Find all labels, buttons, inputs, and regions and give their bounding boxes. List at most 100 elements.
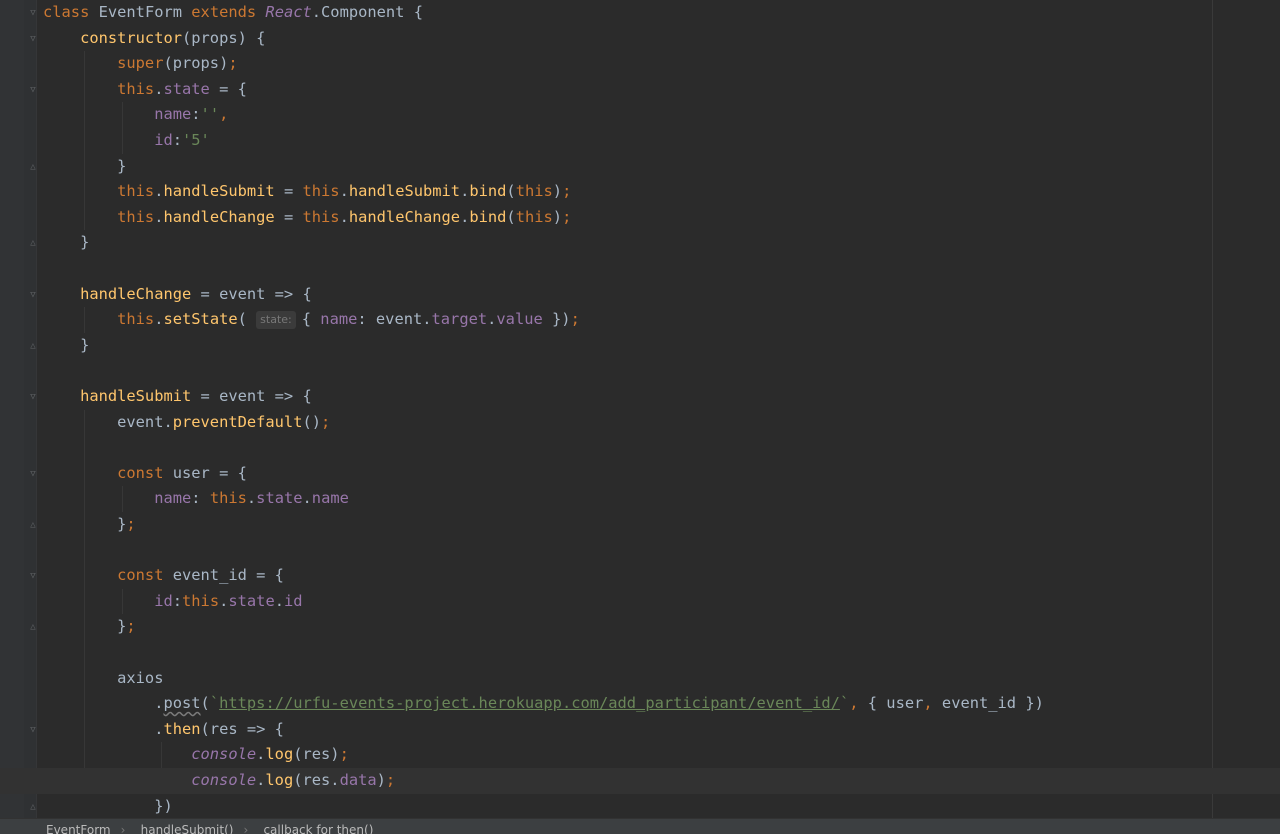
fold-open-icon[interactable]: ▽ [28, 725, 38, 735]
code-token: ; [339, 745, 349, 764]
code-line-content: }) [43, 794, 173, 820]
code-line[interactable]: △ }; [0, 614, 1280, 640]
code-token: log [265, 745, 294, 764]
code-token: } [43, 156, 127, 175]
code-line[interactable]: .post(`https://urfu-events-project.herok… [0, 691, 1280, 717]
code-line[interactable]: id:'5' [0, 128, 1280, 154]
breadcrumb-item[interactable]: callback for then() [263, 819, 373, 834]
code-token: https://urfu-events-project.herokuapp.co… [219, 694, 840, 713]
code-line[interactable]: ▽ const event_id = { [0, 563, 1280, 589]
code-line[interactable]: name:'', [0, 102, 1280, 128]
fold-open-icon[interactable]: ▽ [28, 34, 38, 44]
code-token: ; [321, 412, 331, 431]
code-token: then [163, 719, 201, 738]
fold-open-icon[interactable]: ▽ [28, 290, 38, 300]
code-token: this [302, 207, 340, 226]
code-line-content: this.state = { [43, 77, 247, 103]
code-token: , [849, 694, 868, 713]
fold-close-icon[interactable]: △ [28, 622, 38, 632]
code-token: (props) [163, 54, 229, 73]
code-line[interactable]: △ } [0, 230, 1280, 256]
code-token: ` [209, 694, 220, 713]
code-line[interactable] [0, 435, 1280, 461]
code-line-content: const event_id = { [43, 563, 284, 589]
code-line[interactable] [0, 358, 1280, 384]
code-token: . [487, 310, 497, 329]
breadcrumb[interactable]: EventForm › handleSubmit() › callback for th… [0, 818, 1280, 834]
code-token: handleChange [348, 207, 461, 226]
code-line[interactable]: ▽ constructor(props) { [0, 26, 1280, 52]
code-line[interactable]: △ } [0, 154, 1280, 180]
code-token: event_id }) [941, 694, 1044, 713]
code-token: event_id = { [172, 566, 284, 585]
code-line-content: } [43, 333, 89, 359]
code-token: ; [385, 771, 396, 789]
breadcrumb-item[interactable]: handleSubmit() [141, 819, 234, 834]
fold-close-icon[interactable]: △ [28, 520, 38, 530]
code-line[interactable]: △ } [0, 333, 1280, 359]
fold-open-icon[interactable]: ▽ [28, 85, 38, 95]
code-token: . [302, 489, 312, 508]
code-line[interactable]: id:this.state.id [0, 589, 1280, 615]
code-line[interactable] [0, 640, 1280, 666]
code-token: { user [867, 694, 924, 713]
code-token: bind [469, 182, 507, 201]
code-token: } [43, 617, 127, 636]
code-token: React [265, 3, 312, 21]
code-token: id [284, 591, 303, 610]
code-token: target [431, 310, 488, 329]
fold-close-icon[interactable]: △ [28, 162, 38, 172]
code-token: , [923, 694, 942, 713]
code-token: EventForm [98, 3, 192, 21]
code-line-content: event.preventDefault(); [43, 410, 330, 436]
code-line-content: this.handleChange = this.handleChange.bi… [43, 205, 571, 231]
code-line[interactable]: ▽ class EventForm extends React.Component… [0, 0, 1280, 26]
code-area[interactable]: ▽ class EventForm extends React.Component… [0, 0, 1280, 818]
code-token: handleSubmit [43, 387, 192, 405]
code-line[interactable]: ▽ handleSubmit = event => { [0, 384, 1280, 410]
code-line[interactable]: ▽ handleChange = event => { [0, 282, 1280, 308]
code-line[interactable]: super(props); [0, 51, 1280, 77]
code-line[interactable]: this.handleSubmit = this.handleSubmit.bi… [0, 179, 1280, 205]
code-line[interactable] [0, 538, 1280, 564]
code-line-content: console.log(res.data); [43, 768, 395, 794]
code-line[interactable]: ▽ this.state = { [0, 77, 1280, 103]
fold-open-icon[interactable]: ▽ [28, 392, 38, 402]
code-line[interactable]: name: this.state.name [0, 486, 1280, 512]
code-line[interactable]: this. setState( state: { name: event.targe… [0, 307, 1280, 333]
fold-close-icon[interactable]: △ [28, 341, 38, 351]
code-token: '' [200, 105, 220, 124]
code-line-content: name:'', [43, 102, 228, 128]
fold-close-icon[interactable]: △ [28, 802, 38, 812]
code-token: } [43, 515, 127, 533]
code-token: (props) { [182, 28, 266, 47]
code-line-content: console.log(res); [43, 742, 349, 768]
code-line-content: }; [43, 512, 136, 538]
code-token: extends [191, 3, 266, 21]
code-token: id [43, 591, 173, 610]
code-token: log [265, 771, 294, 789]
code-line[interactable]: ▽ const user = { [0, 461, 1280, 487]
code-line[interactable]: axios [0, 666, 1280, 692]
fold-open-icon[interactable]: ▽ [28, 571, 38, 581]
code-token: ; [228, 54, 238, 73]
code-line[interactable]: △ }) [0, 794, 1280, 820]
code-line-content: this. setState( state: { name: event.targe… [43, 307, 580, 333]
code-token: name [43, 489, 192, 508]
code-line[interactable] [0, 256, 1280, 282]
fold-open-icon[interactable]: ▽ [28, 8, 38, 18]
code-token: handleSubmit [163, 182, 275, 201]
code-token: ( [200, 694, 210, 713]
code-line[interactable]: console.log(res.data); [0, 768, 1280, 794]
code-line-content: super(props); [43, 51, 238, 77]
fold-close-icon[interactable]: △ [28, 238, 38, 248]
code-line[interactable]: event.preventDefault(); [0, 410, 1280, 436]
breadcrumb-item[interactable]: EventForm [46, 819, 111, 834]
code-line[interactable]: ▽ .then(res => { [0, 717, 1280, 743]
code-editor[interactable]: ▽ class EventForm extends React.Component… [0, 0, 1280, 834]
fold-open-icon[interactable]: ▽ [28, 469, 38, 479]
code-line[interactable]: console.log(res); [0, 742, 1280, 768]
code-line[interactable]: △ }; [0, 512, 1280, 538]
code-token: ; [126, 617, 136, 636]
code-line[interactable]: this.handleChange = this.handleChange.bi… [0, 205, 1280, 231]
